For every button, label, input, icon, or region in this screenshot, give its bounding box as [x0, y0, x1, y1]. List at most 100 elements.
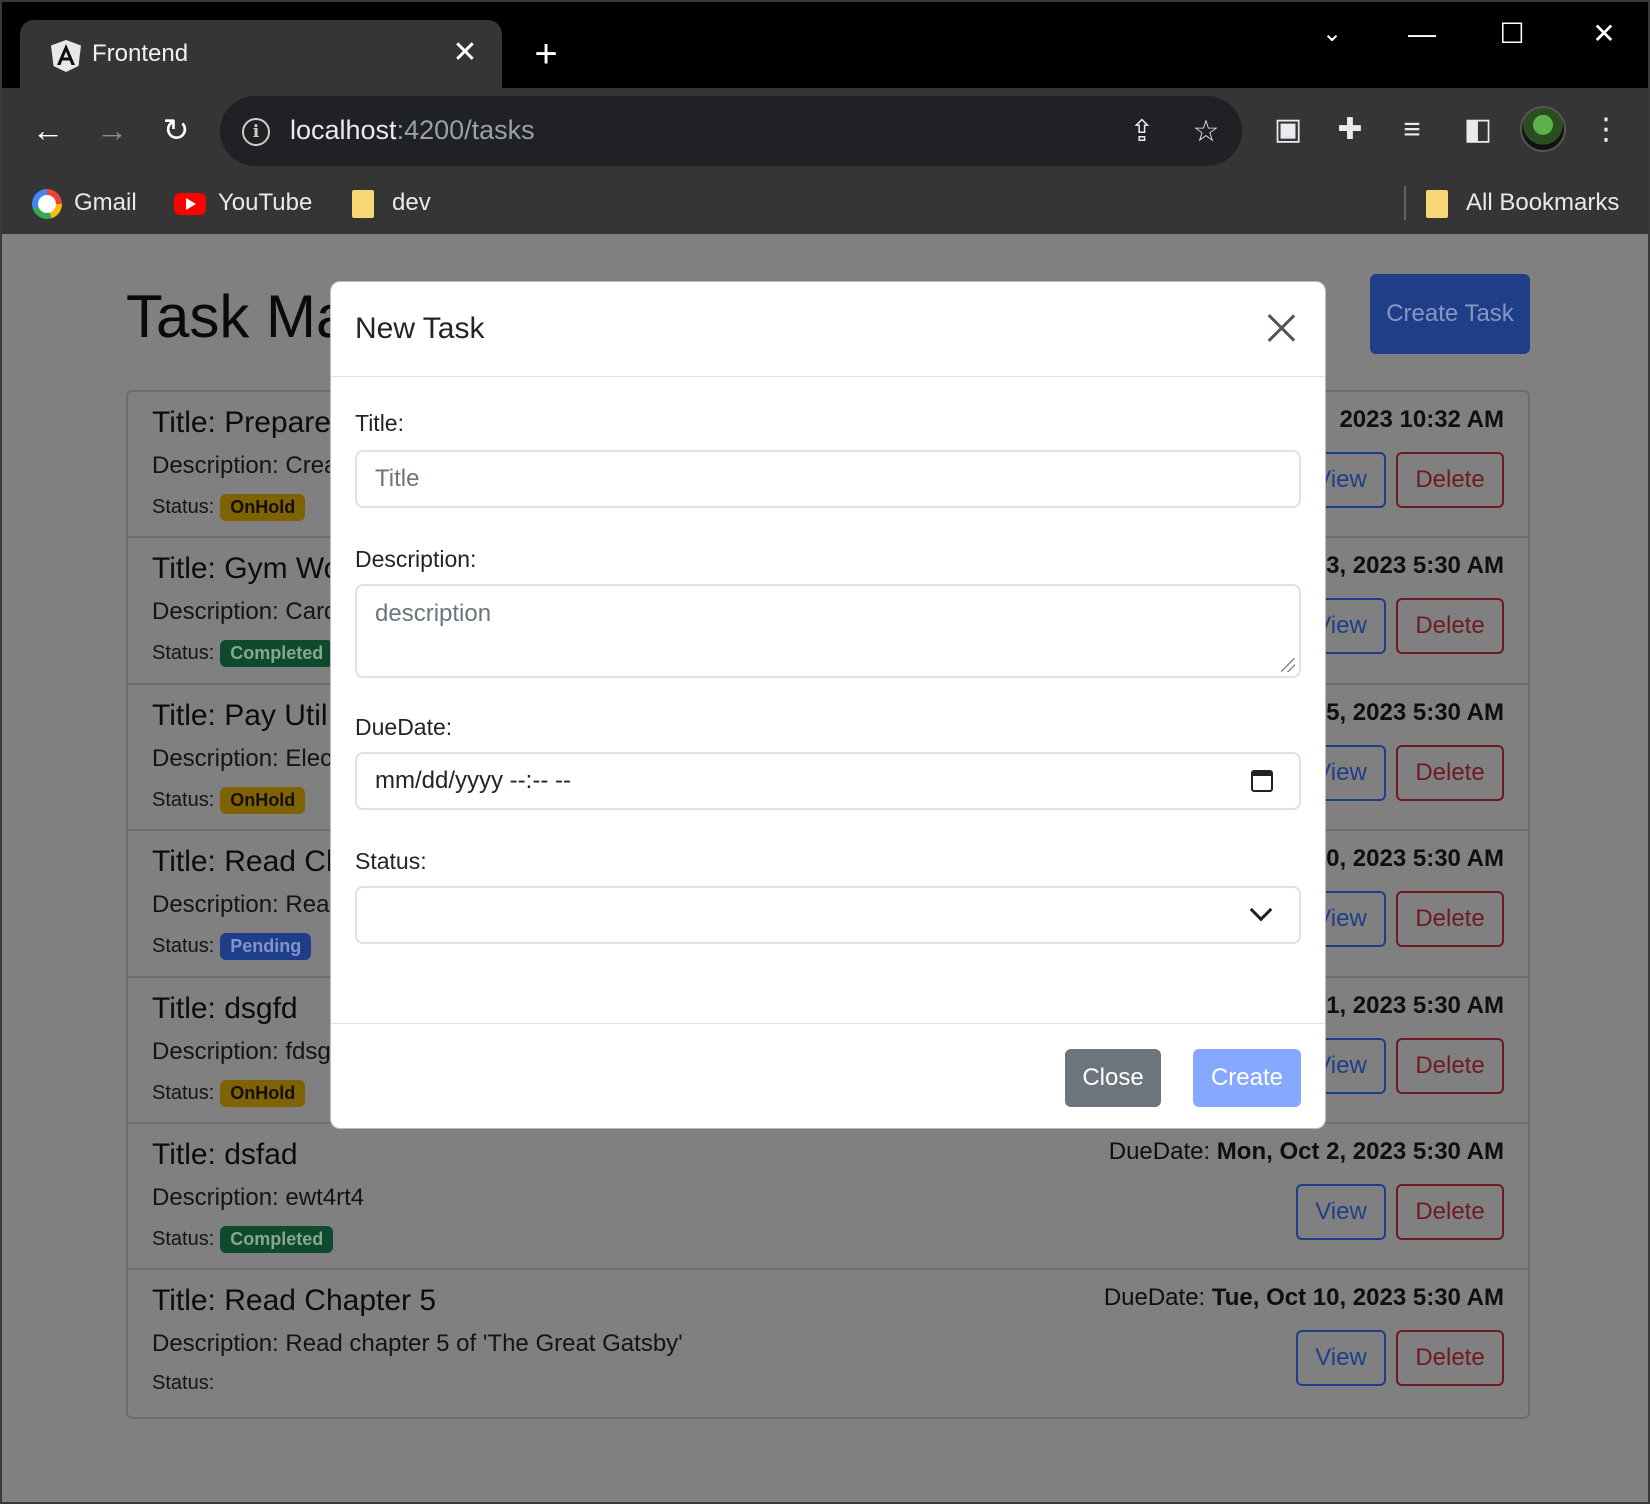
- tab-search-icon[interactable]: ⌄: [1302, 12, 1362, 56]
- close-window-icon[interactable]: ✕: [1574, 12, 1634, 56]
- task-status: Status:: [152, 1372, 214, 1395]
- status-label: Status:: [152, 1081, 215, 1104]
- task-description: Description: Read: [152, 891, 343, 919]
- title-label: Title:: [355, 410, 404, 436]
- delete-button[interactable]: Delete: [1396, 1037, 1504, 1094]
- task-title: Title: Pay Util: [152, 698, 328, 732]
- status-badge: Completed: [220, 1225, 334, 1253]
- modal-footer: Close Create: [331, 1023, 1325, 1130]
- delete-button[interactable]: Delete: [1396, 1330, 1504, 1387]
- task-description: Description: ewt4rt4: [152, 1183, 365, 1211]
- task-status: Status: Completed: [152, 1225, 334, 1253]
- back-icon[interactable]: ←: [26, 108, 70, 152]
- calendar-icon[interactable]: [1251, 770, 1273, 792]
- close-button[interactable]: Close: [1065, 1049, 1161, 1107]
- url-path: :4200/tasks: [396, 115, 535, 145]
- bookmark-label: Gmail: [74, 189, 137, 216]
- url-host: localhost: [290, 115, 397, 145]
- title-input[interactable]: Title: [355, 450, 1301, 508]
- new-task-modal: New Task Title: Title Description: descr…: [330, 281, 1326, 1129]
- browser-window: Frontend ✕ + ⌄ — ☐ ✕ ← → ↻ i localhost:4…: [0, 0, 1650, 1504]
- all-bookmarks[interactable]: All Bookmarks: [1426, 184, 1619, 222]
- due-value: Tue, Oct 10, 2023 5:30 AM: [1211, 1284, 1504, 1312]
- reload-icon[interactable]: ↻: [154, 108, 198, 152]
- status-label: Status:: [152, 934, 215, 957]
- google-icon: [32, 188, 62, 219]
- task-title: Title: dsfad: [152, 1137, 298, 1171]
- description-label: Description:: [355, 546, 477, 572]
- due-value: 1, 2023 5:30 AM: [1326, 991, 1504, 1019]
- side-panel-icon[interactable]: ◧: [1454, 106, 1502, 154]
- browser-tab[interactable]: Frontend ✕: [20, 20, 502, 88]
- status-select[interactable]: [355, 886, 1301, 944]
- youtube-icon: [174, 192, 206, 215]
- status-label: Status:: [152, 788, 215, 811]
- description-textarea[interactable]: description: [355, 584, 1301, 678]
- duedate-input[interactable]: mm/dd/yyyy --:-- --: [355, 752, 1301, 810]
- picture-in-picture-icon[interactable]: ▣: [1264, 106, 1312, 154]
- page-title: Task Ma: [126, 283, 350, 350]
- resize-handle-icon[interactable]: [1281, 658, 1295, 672]
- folder-icon: [1426, 189, 1448, 218]
- maximize-icon[interactable]: ☐: [1482, 12, 1542, 56]
- status-label: Status:: [152, 1227, 215, 1250]
- status-badge: Completed: [220, 640, 334, 668]
- star-icon[interactable]: ☆: [1186, 112, 1226, 152]
- profile-avatar[interactable]: [1520, 106, 1566, 152]
- task-row: Title: dsfad Description: ewt4rt4 Status: C…: [128, 1124, 1528, 1271]
- task-description: Description: Read chapter 5 of 'The Grea…: [152, 1330, 683, 1358]
- task-due-date: 5, 2023 5:30 AM: [1326, 699, 1504, 727]
- due-label: DueDate:: [1108, 1137, 1211, 1165]
- status-label: Status:: [355, 848, 427, 874]
- delete-button[interactable]: Delete: [1396, 452, 1504, 508]
- due-value: 0, 2023 5:30 AM: [1326, 845, 1504, 873]
- description-placeholder: description: [375, 600, 492, 627]
- url-text[interactable]: localhost:4200/tasks: [290, 115, 535, 146]
- menu-icon[interactable]: ⋮: [1582, 106, 1630, 154]
- close-tab-icon[interactable]: ✕: [446, 34, 484, 72]
- bookmark-youtube[interactable]: YouTube: [174, 184, 312, 222]
- bookmark-gmail[interactable]: Gmail: [32, 184, 137, 222]
- media-control-icon[interactable]: ≡: [1388, 106, 1436, 154]
- status-label: Status:: [152, 1372, 215, 1395]
- tab-bar: Frontend ✕ + ⌄ — ☐ ✕: [2, 2, 1648, 88]
- bookmark-label: All Bookmarks: [1466, 189, 1620, 216]
- task-description: Description: fdsg: [152, 1037, 331, 1065]
- new-tab-icon[interactable]: +: [524, 32, 568, 76]
- delete-button[interactable]: Delete: [1396, 598, 1504, 655]
- chevron-down-icon: [1249, 898, 1273, 922]
- task-row: Title: Read Chapter 5 Description: Read c…: [128, 1270, 1528, 1416]
- task-due-date: 0, 2023 5:30 AM: [1326, 845, 1504, 873]
- bookmark-dev[interactable]: dev: [352, 184, 431, 222]
- task-status: Status: OnHold: [152, 786, 306, 814]
- task-due-date: 2023 10:32 AM: [1339, 406, 1504, 434]
- due-value: Mon, Oct 2, 2023 5:30 AM: [1216, 1137, 1504, 1165]
- create-task-button[interactable]: Create Task: [1370, 274, 1530, 354]
- due-value: 5, 2023 5:30 AM: [1326, 698, 1504, 726]
- task-status: Status: OnHold: [152, 1079, 306, 1107]
- address-bar[interactable]: i localhost:4200/tasks ⇪ ☆: [220, 96, 1242, 166]
- view-button[interactable]: View: [1296, 1183, 1386, 1240]
- site-info-icon[interactable]: i: [242, 118, 270, 146]
- share-icon[interactable]: ⇪: [1122, 112, 1162, 152]
- task-due-date: DueDate: Tue, Oct 10, 2023 5:30 AM: [1104, 1284, 1504, 1312]
- extensions-icon[interactable]: ✚: [1326, 106, 1374, 154]
- view-button[interactable]: View: [1296, 1330, 1386, 1387]
- angular-icon: [51, 40, 81, 72]
- status-badge: Pending: [220, 933, 312, 961]
- create-button[interactable]: Create: [1193, 1049, 1301, 1107]
- task-title: Title: Read Chapter 5: [152, 1284, 437, 1318]
- task-title: Title: dsgfd: [152, 991, 298, 1025]
- modal-title: New Task: [355, 312, 485, 345]
- duedate-label: DueDate:: [355, 714, 453, 740]
- bookmark-label: YouTube: [218, 189, 313, 216]
- task-due-date: 1, 2023 5:30 AM: [1326, 992, 1504, 1020]
- delete-button[interactable]: Delete: [1396, 744, 1504, 801]
- delete-button[interactable]: Delete: [1396, 1183, 1504, 1240]
- delete-button[interactable]: Delete: [1396, 891, 1504, 948]
- close-icon[interactable]: [1263, 310, 1299, 346]
- minimize-icon[interactable]: —: [1392, 12, 1452, 56]
- status-badge: OnHold: [220, 494, 306, 521]
- duedate-value: mm/dd/yyyy --:-- --: [375, 767, 571, 794]
- forward-icon[interactable]: →: [90, 108, 134, 152]
